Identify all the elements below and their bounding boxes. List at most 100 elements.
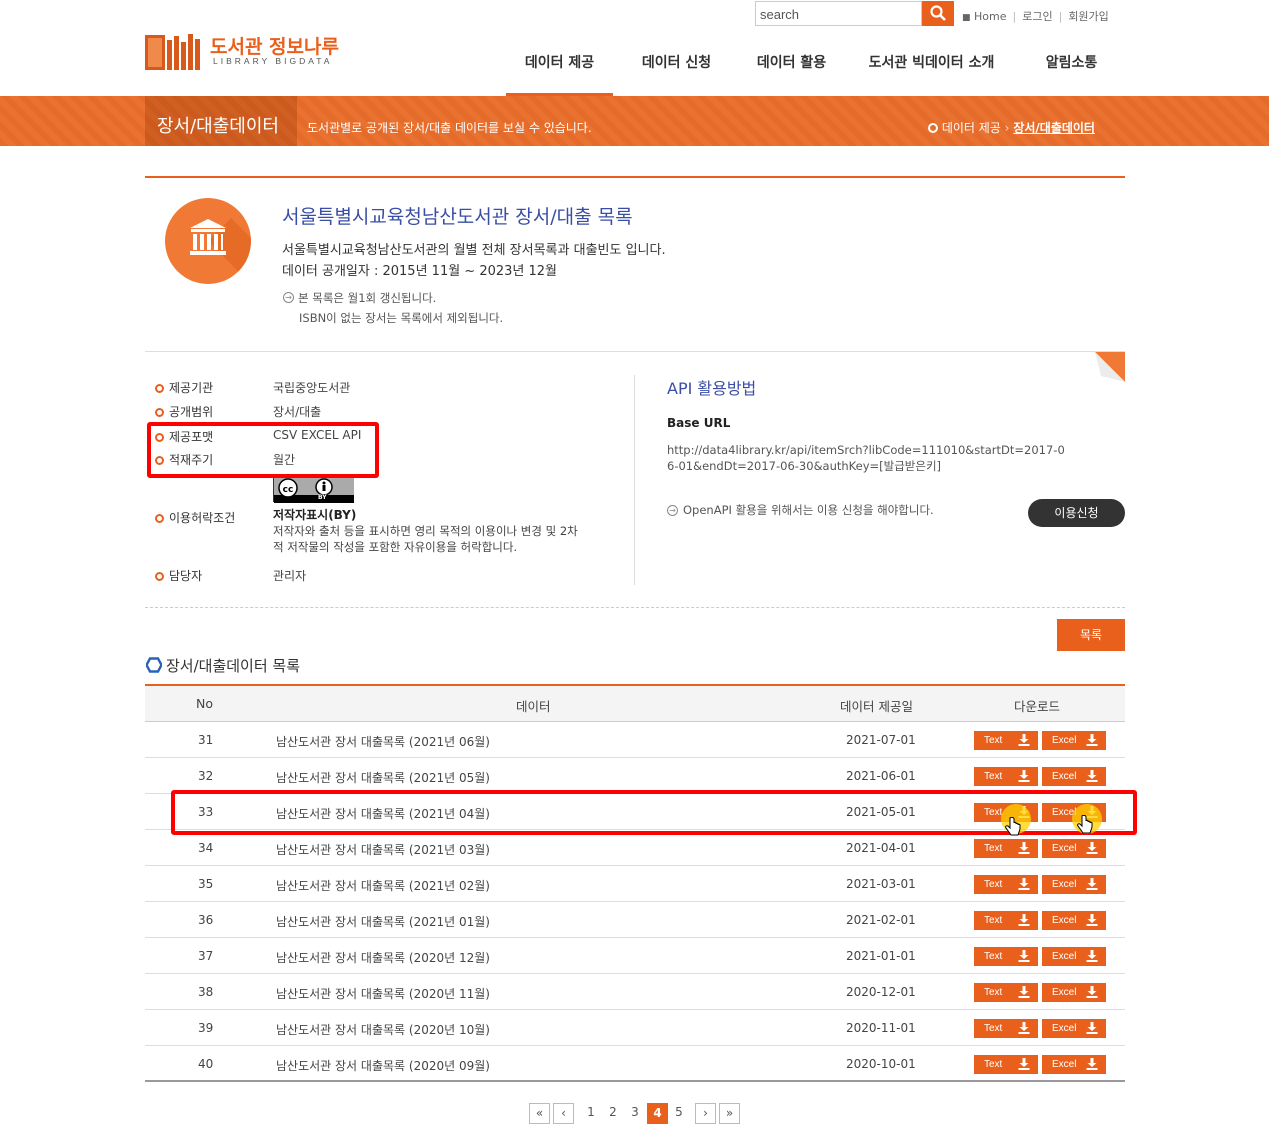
api-note: OpenAPI 활용을 위해서는 이용 신청을 해야합니다.: [683, 503, 934, 517]
nav-data-use[interactable]: 데이터 활용: [734, 52, 849, 96]
row-no: 36: [198, 913, 214, 927]
download-icon: [1018, 1022, 1030, 1034]
excel-download-button[interactable]: Excel: [1042, 983, 1106, 1002]
table-row: 36 남산도서관 장서 대출목록 (2021년 01월) 2021-02-01 Tex…: [145, 902, 1125, 938]
nav-notice[interactable]: 알림소통: [1014, 52, 1129, 96]
chevron-left-icon: ‹: [561, 1106, 566, 1120]
text-download-button[interactable]: Text: [974, 983, 1038, 1002]
login-link[interactable]: 로그인: [1022, 10, 1052, 23]
download-icon: [1018, 878, 1030, 890]
header-download: 다운로드: [1014, 699, 1061, 714]
row-data-name[interactable]: 남산도서관 장서 대출목록 (2021년 05월): [276, 769, 490, 786]
info-arrow-icon: →: [667, 505, 678, 516]
row-date: 2021-06-01: [846, 769, 916, 783]
nav-data-request[interactable]: 데이터 신청: [619, 52, 734, 96]
signup-link[interactable]: 회원가입: [1068, 10, 1108, 23]
excel-download-button[interactable]: Excel: [1042, 731, 1106, 750]
text-download-button[interactable]: Text: [974, 1019, 1038, 1038]
chevron-right-icon: ›: [703, 1106, 708, 1120]
dataset-note-1: 본 목록은 월1회 갱신됩니다.: [298, 291, 437, 305]
row-date: 2020-11-01: [846, 1021, 916, 1035]
row-data-name[interactable]: 남산도서관 장서 대출목록 (2021년 02월): [276, 877, 490, 894]
library-building-icon: [165, 198, 251, 284]
book-logo-icon: [145, 34, 200, 70]
list-button[interactable]: 목록: [1057, 619, 1125, 651]
table-row: 39 남산도서관 장서 대출목록 (2020년 10월) 2020-11-01 Tex…: [145, 1010, 1125, 1046]
breadcrumb-home[interactable]: 데이터 제공: [942, 121, 1001, 135]
text-download-button[interactable]: Text: [974, 875, 1038, 894]
row-date: 2021-01-01: [846, 949, 916, 963]
row-date: 2020-10-01: [846, 1057, 916, 1071]
breadcrumb: 데이터 제공 › 장서/대출데이터: [928, 119, 1095, 136]
dataset-open-period: 데이터 공개일자 : 2015년 11월 ~ 2023년 12월: [282, 264, 558, 279]
row-data-name[interactable]: 남산도서관 장서 대출목록 (2020년 12월): [276, 949, 490, 966]
bullet-icon: [155, 384, 164, 393]
breadcrumb-current[interactable]: 장서/대출데이터: [1013, 121, 1095, 135]
prev-page-button[interactable]: ‹: [553, 1103, 574, 1124]
next-page-button[interactable]: ›: [695, 1103, 716, 1124]
info-provider-label: 제공기관: [155, 379, 213, 396]
excel-download-button[interactable]: Excel: [1042, 839, 1106, 858]
chevron-right-icon: ›: [1004, 121, 1010, 135]
list-section-title: 장서/대출데이터 목록: [146, 655, 300, 676]
last-page-button[interactable]: »: [719, 1103, 740, 1124]
highlight-box-row: [171, 790, 1137, 835]
first-page-button[interactable]: «: [529, 1103, 550, 1124]
table-row: 37 남산도서관 장서 대출목록 (2020년 12월) 2021-01-01 Tex…: [145, 938, 1125, 974]
license-desc-1: 저작자와 출처 등을 표시하면 영리 목적의 이용이나 변경 및 2차: [273, 524, 578, 538]
excel-download-button[interactable]: Excel: [1042, 875, 1106, 894]
text-download-button[interactable]: Text: [974, 947, 1038, 966]
row-data-name[interactable]: 남산도서관 장서 대출목록 (2020년 11월): [276, 985, 490, 1002]
row-data-name[interactable]: 남산도서관 장서 대출목록 (2021년 06월): [276, 733, 490, 750]
section-divider: [145, 176, 1125, 178]
row-date: 2021-02-01: [846, 913, 916, 927]
page-5[interactable]: 5: [671, 1103, 687, 1124]
cc-icon: cc: [274, 477, 354, 503]
nav-bigdata-intro[interactable]: 도서관 빅데이터 소개: [849, 52, 1014, 96]
download-icon: [1086, 914, 1098, 926]
excel-download-button[interactable]: Excel: [1042, 911, 1106, 930]
bullet-icon: [155, 408, 164, 417]
text-download-button[interactable]: Text: [974, 911, 1038, 930]
page-1[interactable]: 1: [583, 1103, 599, 1124]
excel-download-button[interactable]: Excel: [1042, 947, 1106, 966]
text-download-button[interactable]: Text: [974, 1055, 1038, 1074]
excel-download-button[interactable]: Excel: [1042, 1055, 1106, 1074]
excel-download-button[interactable]: Excel: [1042, 767, 1106, 786]
text-download-button[interactable]: Text: [974, 731, 1038, 750]
page-2[interactable]: 2: [605, 1103, 621, 1124]
row-data-name[interactable]: 남산도서관 장서 대출목록 (2021년 03월): [276, 841, 490, 858]
excel-download-button[interactable]: Excel: [1042, 1019, 1106, 1038]
row-no: 32: [198, 769, 214, 783]
info-provider-value: 국립중앙도서관: [273, 381, 351, 395]
row-no: 31: [198, 733, 214, 747]
search-button[interactable]: [922, 1, 954, 26]
row-no: 35: [198, 877, 214, 891]
download-icon: [1018, 986, 1030, 998]
page-4-current[interactable]: 4: [647, 1103, 668, 1124]
apply-button[interactable]: 이용신청: [1028, 499, 1125, 527]
page-3[interactable]: 3: [627, 1103, 643, 1124]
site-logo[interactable]: 도서관 정보나루 LIBRARY BIGDATA: [145, 32, 345, 72]
row-date: 2020-12-01: [846, 985, 916, 999]
base-url-value: http://data4library.kr/api/itemSrch?libC…: [667, 443, 1065, 473]
row-data-name[interactable]: 남산도서관 장서 대출목록 (2021년 01월): [276, 913, 490, 930]
text-download-button[interactable]: Text: [974, 767, 1038, 786]
search-input[interactable]: search: [755, 1, 922, 26]
row-data-name[interactable]: 남산도서관 장서 대출목록 (2020년 09월): [276, 1057, 490, 1074]
info-scope-label: 공개범위: [155, 403, 213, 420]
row-no: 39: [198, 1021, 214, 1035]
nav-data-provide[interactable]: 데이터 제공: [506, 52, 613, 96]
cc-license-badge: cc BY: [273, 476, 354, 503]
row-data-name[interactable]: 남산도서관 장서 대출목록 (2020년 10월): [276, 1021, 490, 1038]
text-download-button[interactable]: Text: [974, 839, 1038, 858]
banner-title: 장서/대출데이터: [157, 116, 279, 137]
info-vertical-divider: [634, 375, 635, 585]
license-desc-2: 적 저작물의 작성을 포함한 자유이용을 허락합니다.: [273, 540, 518, 554]
table-row: 35 남산도서관 장서 대출목록 (2021년 02월) 2021-03-01 Tex…: [145, 866, 1125, 902]
info-manager-label: 담당자: [155, 567, 202, 584]
bullet-icon: [155, 572, 164, 581]
download-icon: [1086, 878, 1098, 890]
home-link[interactable]: Home: [974, 10, 1006, 23]
download-icon: [1018, 914, 1030, 926]
